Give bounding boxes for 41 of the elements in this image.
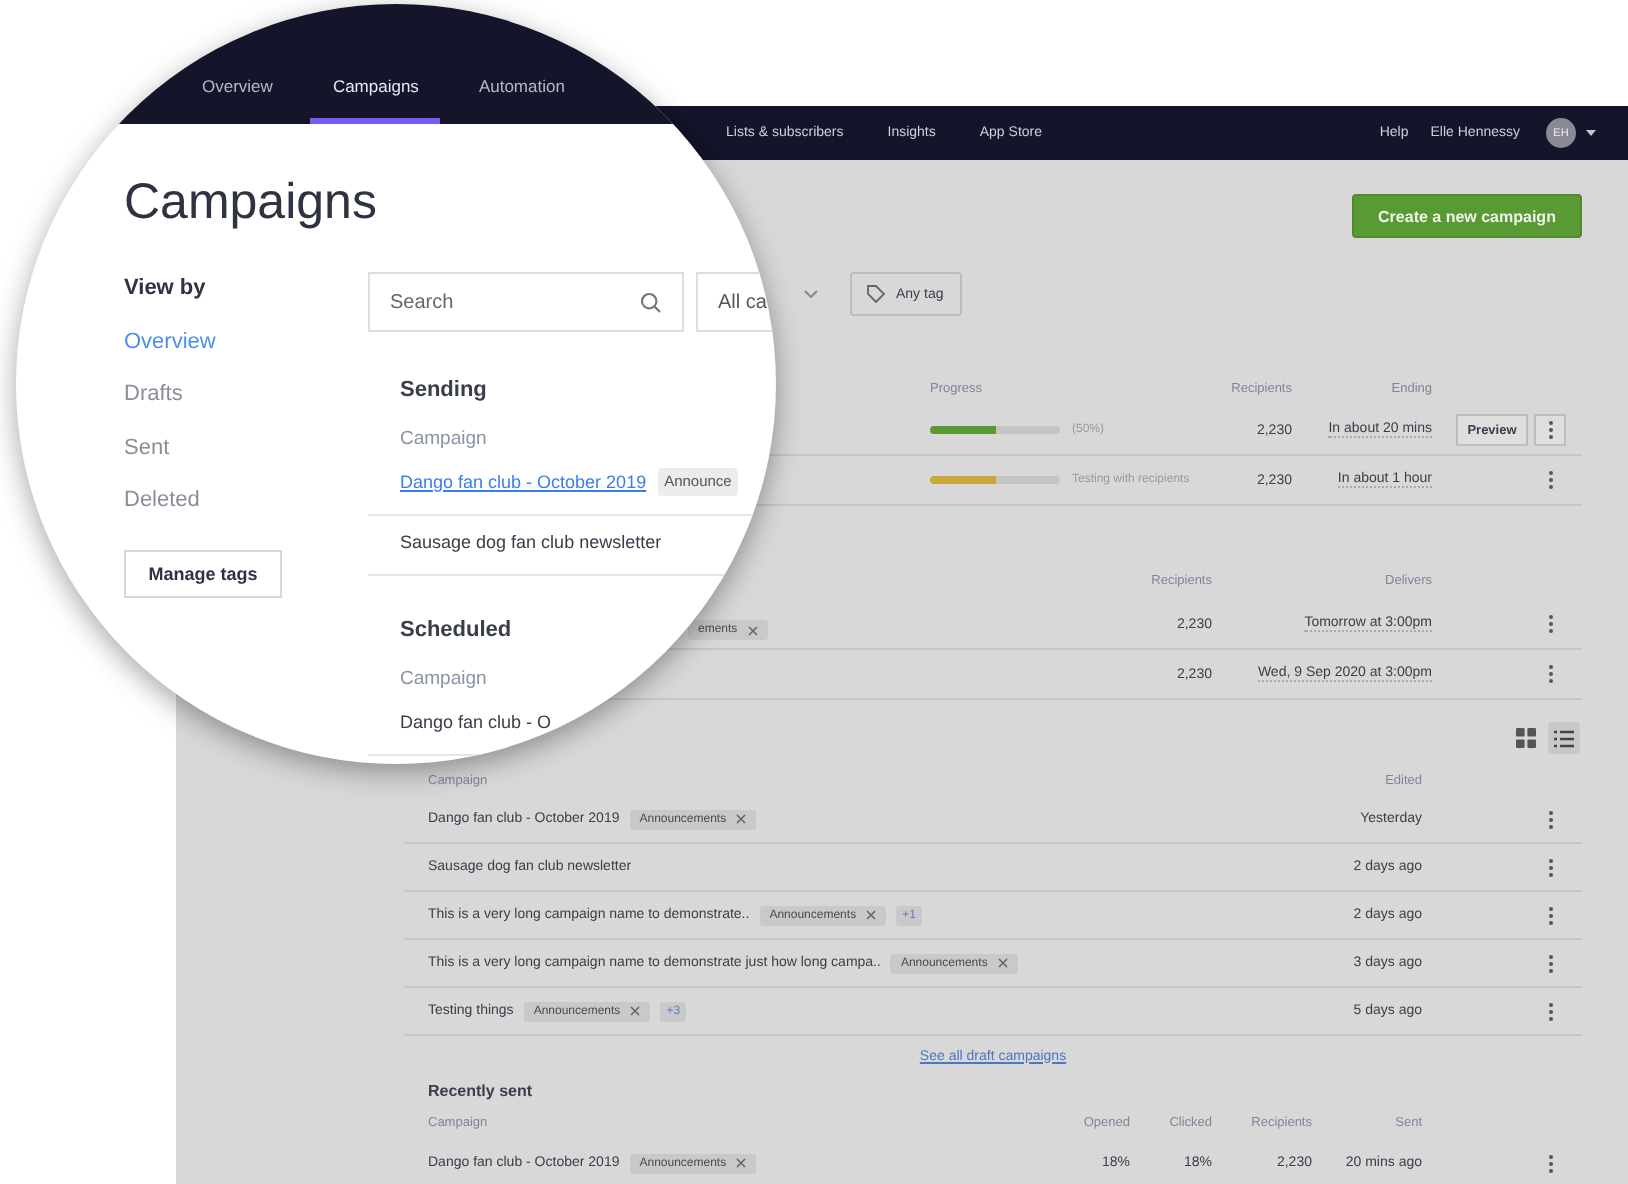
chevron-down-icon[interactable] — [804, 290, 818, 298]
vertical-dots-icon — [1547, 905, 1553, 925]
grid-icon — [1516, 728, 1536, 748]
section-title: Scheduled — [400, 616, 512, 646]
search-field[interactable]: Search — [368, 272, 684, 332]
vertical-dots-icon — [1547, 664, 1553, 684]
vertical-dots-icon — [1547, 809, 1553, 829]
vertical-dots-icon — [1547, 470, 1553, 490]
close-icon[interactable] — [630, 1006, 641, 1016]
list-icon — [1554, 729, 1574, 747]
sidebar-heading: View by — [124, 274, 206, 304]
more-options-button[interactable] — [1534, 414, 1566, 446]
campaign-name[interactable]: Sausage dog fan club newsletter — [400, 526, 662, 558]
close-icon[interactable] — [736, 814, 747, 824]
close-icon[interactable] — [747, 625, 758, 635]
search-icon — [640, 291, 662, 313]
close-icon[interactable] — [997, 958, 1008, 968]
manage-tags-button[interactable]: Manage tags — [124, 550, 282, 599]
column-header: Campaign — [400, 426, 487, 454]
tag-icon — [866, 284, 886, 304]
grid-view-button[interactable] — [1510, 722, 1542, 754]
nav-tab[interactable]: Overview — [180, 4, 295, 124]
vertical-dots-icon — [1547, 1153, 1553, 1173]
column-header: Campaign — [400, 666, 487, 694]
nav-tab[interactable]: Campaigns — [310, 4, 441, 124]
vertical-dots-icon — [1547, 857, 1553, 877]
vertical-dots-icon — [1547, 614, 1553, 634]
vertical-dots-icon — [1547, 1001, 1553, 1021]
caret-icon[interactable] — [1586, 130, 1596, 136]
page-title: Campaigns — [124, 172, 379, 232]
vertical-dots-icon — [1547, 420, 1553, 440]
status-dropdown[interactable]: All ca — [696, 272, 776, 332]
section-title: Sending — [400, 376, 487, 406]
vertical-dots-icon — [1547, 953, 1553, 973]
campaign-name[interactable]: Dango fan club - October 2019 — [400, 466, 647, 498]
list-view-button[interactable] — [1548, 722, 1580, 754]
campaign-name[interactable]: Dango fan club - O — [400, 706, 552, 738]
nav-tab[interactable]: Automation — [456, 4, 587, 124]
close-icon[interactable] — [736, 1158, 747, 1168]
close-icon[interactable] — [866, 910, 877, 920]
section-title: Recently sent — [426, 1079, 535, 1104]
